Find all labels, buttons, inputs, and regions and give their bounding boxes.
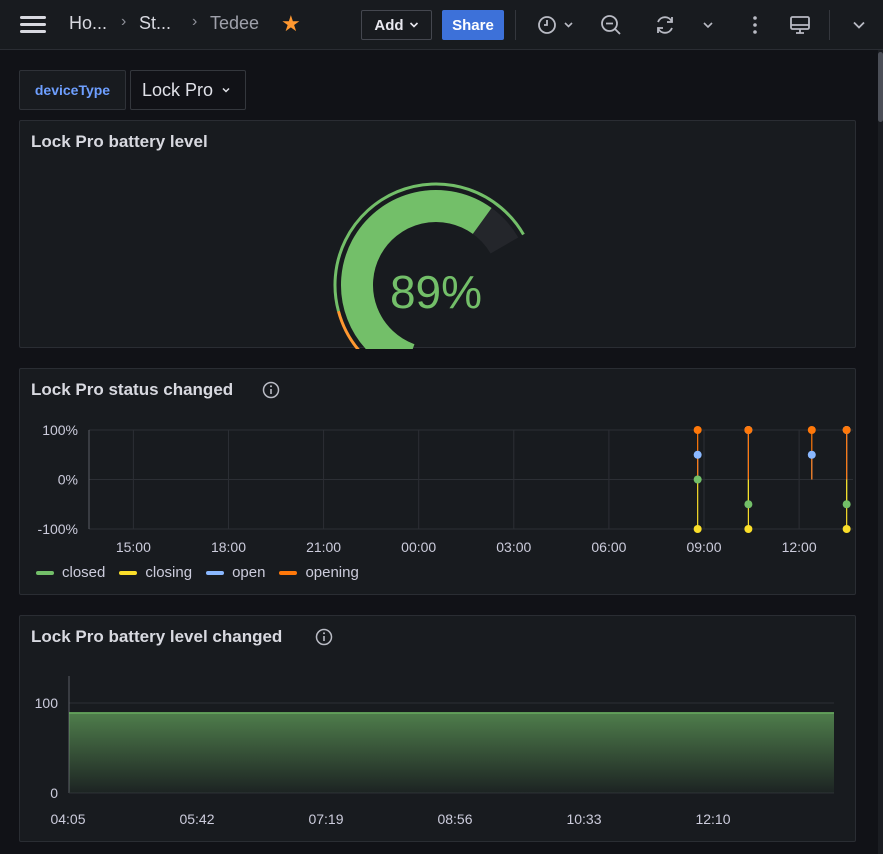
status-legend: closed closing open opening [36,564,359,581]
battery-changed-panel: Lock Pro battery level changed 100 0 04:05… [19,615,856,842]
legend-label: opening [305,564,359,581]
chevron-right-icon: › [192,13,198,30]
data-point-closed [842,500,851,509]
top-navigation-bar: Ho... › St... › Tedee ★ Add Share [0,0,883,50]
y-tick-label: -100% [38,521,78,537]
breadcrumb-home[interactable]: Ho... [69,13,107,34]
battery-gauge: 89% [333,182,525,349]
x-tick-label: 06:00 [591,539,626,555]
refresh-interval-dropdown[interactable] [701,18,715,32]
breadcrumb-folder[interactable]: St... [139,13,171,34]
kiosk-mode-button[interactable] [789,14,811,36]
legend-label: closing [145,564,193,581]
share-button[interactable]: Share [442,10,504,40]
chevron-down-icon [409,22,418,28]
more-vertical-icon [753,16,757,34]
data-point-opening [744,426,753,434]
x-tick-label: 10:33 [566,811,601,827]
share-button-label: Share [452,16,494,34]
refresh-button[interactable] [654,14,676,36]
divider [515,10,516,40]
data-point-closing [842,525,851,533]
x-tick-label: 05:42 [179,811,214,827]
battery-level-panel: Lock Pro battery level 89% [19,120,856,349]
legend-item-closing[interactable]: closing [119,564,192,581]
data-point-opening [842,426,851,434]
y-tick-label: 0 [50,785,58,801]
x-tick-label: 04:05 [50,811,85,827]
more-options-button[interactable] [748,14,762,36]
data-point-closing [744,525,753,533]
legend-swatch [206,570,225,575]
data-point-open [807,450,816,459]
x-tick-label: 18:00 [211,539,246,555]
x-tick-label: 03:00 [496,539,531,555]
zoom-out-button[interactable] [600,14,622,36]
data-point-closing [693,525,702,533]
x-tick-label: 21:00 [306,539,341,555]
y-tick-label: 100 [35,695,59,711]
time-picker-button[interactable] [537,14,577,36]
data-point-opening [807,426,816,434]
battery-area-fill [69,712,834,793]
y-tick-label: 100% [42,422,78,438]
scrollbar-track [878,50,883,854]
x-tick-label: 12:00 [782,539,817,555]
data-point-closed [693,475,702,484]
legend-label: closed [62,564,106,581]
x-tick-label: 12:10 [695,811,730,827]
x-tick-label: 15:00 [116,539,151,555]
legend-label: open [232,564,266,581]
legend-swatch [36,570,54,575]
device-type-value: Lock Pro [142,79,214,100]
x-tick-label: 07:19 [308,811,343,827]
add-button-label: Add [374,16,404,34]
x-tick-label: 00:00 [401,539,436,555]
chevron-down-icon [853,21,865,29]
legend-swatch [119,570,138,575]
device-type-select[interactable]: Lock Pro [130,70,246,110]
divider [829,10,830,40]
star-icon[interactable]: ★ [281,11,301,37]
refresh-icon [657,16,673,34]
status-changed-panel: Lock Pro status changed 100% 0% -100% 15:00… [19,368,856,595]
collapse-header-button[interactable] [851,17,867,33]
chevron-right-icon: › [121,13,127,30]
legend-swatch [279,570,298,575]
gauge-value: 89% [390,266,482,318]
status-chart: 100% 0% -100% 15:00 18:00 21:00 00:00 03:00 06:0… [38,422,853,555]
menu-icon[interactable] [20,14,47,36]
clock-icon [538,16,573,34]
variable-label: deviceType [19,70,126,110]
battery-changed-chart: 100 0 04:05 05:42 07:19 08:56 10:33 12:10 [35,676,834,827]
x-tick-label: 09:00 [686,539,721,555]
chevron-down-icon [222,87,230,93]
scrollbar-thumb[interactable] [878,52,883,122]
chevron-down-icon [703,22,713,29]
x-tick-label: 08:56 [437,811,472,827]
data-point-closed [744,500,753,509]
monitor-icon [790,16,810,34]
legend-item-opening[interactable]: opening [279,564,359,581]
zoom-out-icon [601,15,621,35]
data-point-open [693,450,702,459]
data-point-opening [693,426,702,434]
legend-item-closed[interactable]: closed [36,564,105,581]
add-button[interactable]: Add [361,10,432,40]
legend-item-open[interactable]: open [206,564,265,581]
y-tick-label: 0% [58,472,78,488]
breadcrumb-dashboard: Tedee [210,13,260,33]
